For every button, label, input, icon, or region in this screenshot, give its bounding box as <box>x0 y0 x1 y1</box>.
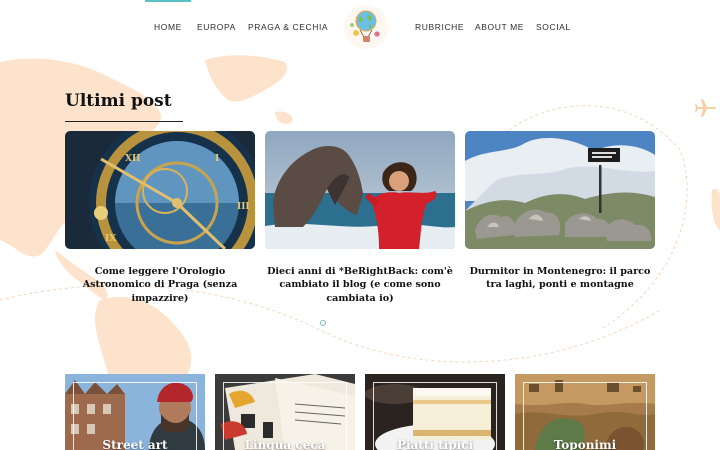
globe-balloon-logo[interactable] <box>342 3 390 51</box>
category-label[interactable]: Street art <box>65 438 205 450</box>
post-thumbnail[interactable] <box>465 131 655 249</box>
post-thumbnail[interactable] <box>265 131 455 249</box>
nav-europa[interactable]: EUROPA <box>197 22 236 32</box>
category-label[interactable]: Lingua ceca <box>215 438 355 450</box>
post-card[interactable]: Durmitor in Montenegro: il parco tra lag… <box>465 131 655 292</box>
section-title: Ultimi post <box>65 91 172 111</box>
svg-text:III: III <box>237 202 250 212</box>
svg-text:IX: IX <box>105 234 116 244</box>
post-title[interactable]: Dieci anni di *BeRightBack: com'è cambia… <box>265 265 455 305</box>
nav-rubriche[interactable]: RUBRICHE <box>415 22 464 32</box>
category-tile-piatti-tipici[interactable]: Piatti tipici <box>365 374 505 450</box>
category-tile-street-art[interactable]: Street art <box>65 374 205 450</box>
title-underline <box>65 121 183 122</box>
post-title[interactable]: Come leggere l'Orologio Astronomico di P… <box>65 265 255 305</box>
category-tile-toponimi[interactable]: Toponimi <box>515 374 655 450</box>
category-tile-lingua-ceca[interactable]: Lingua ceca <box>215 374 355 450</box>
nav-praga-cechia[interactable]: PRAGA & CECHIA <box>248 22 328 32</box>
nav-about-me[interactable]: ABOUT ME <box>475 22 524 32</box>
category-label[interactable]: Piatti tipici <box>365 438 505 450</box>
site-header: HOME EUROPA PRAGA & CECHIA RUBRICHE ABOU… <box>0 0 720 55</box>
nav-social[interactable]: SOCIAL <box>536 22 571 32</box>
plane-icon <box>695 99 716 117</box>
svg-text:I: I <box>215 154 219 164</box>
post-card[interactable]: XII I III IX Come leggere l'Orologio Astro… <box>65 131 255 305</box>
post-title[interactable]: Durmitor in Montenegro: il parco tra lag… <box>465 265 655 292</box>
nav-home[interactable]: HOME <box>145 0 191 32</box>
category-label[interactable]: Toponimi <box>515 438 655 450</box>
post-card[interactable]: Dieci anni di *BeRightBack: com'è cambia… <box>265 131 455 305</box>
svg-text:XII: XII <box>125 154 140 164</box>
post-thumbnail[interactable]: XII I III IX <box>65 131 255 249</box>
carousel-dot[interactable] <box>320 320 326 326</box>
